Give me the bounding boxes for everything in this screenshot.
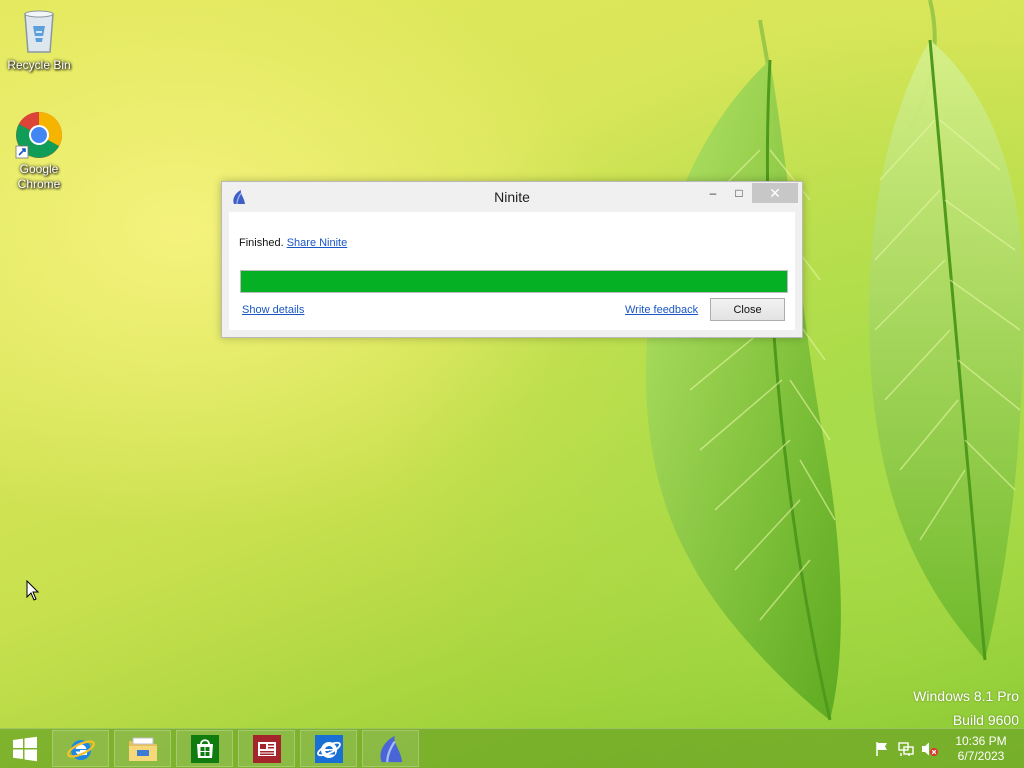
recycle-bin-icon (24, 10, 54, 53)
flag-icon[interactable] (874, 741, 890, 757)
ninite-window: Ninite – □ ✕ Finished. Share Ninite Show… (221, 181, 803, 338)
clock-date: 6/7/2023 (957, 749, 1005, 763)
clock-time: 10:36 PM (955, 734, 1007, 748)
taskbar: 10:36 PM 6/7/2023 (0, 728, 1024, 768)
share-ninite-link[interactable]: Share Ninite (287, 237, 348, 249)
close-button[interactable]: Close (710, 298, 785, 321)
desktop-icon-recycle-bin[interactable]: Recycle Bin (1, 6, 77, 73)
windows-start-icon (13, 736, 37, 762)
start-button[interactable] (0, 729, 50, 768)
mouse-cursor-icon (26, 580, 40, 601)
watermark-edition: Windows 8.1 Pro (913, 688, 1019, 704)
ie-icon (66, 739, 95, 760)
ie-metro-icon (314, 734, 343, 763)
taskbar-app-file-explorer[interactable] (114, 730, 171, 767)
taskbar-app-news[interactable] (238, 730, 295, 767)
minimize-icon: – (709, 186, 717, 200)
ninite-icon (379, 735, 402, 762)
maximize-button[interactable]: □ (726, 183, 752, 203)
window-titlebar[interactable]: Ninite – □ ✕ (222, 182, 802, 212)
desktop-icon-google-chrome[interactable]: Google Chrome (1, 110, 77, 192)
minimize-button[interactable]: – (700, 183, 726, 203)
store-icon (190, 734, 219, 763)
window-client-area: Finished. Share Ninite Show details Writ… (229, 212, 795, 330)
taskbar-app-ninite[interactable] (362, 730, 419, 767)
windows-watermark: Windows 8.1 Pro Build 9600 (913, 684, 1019, 732)
desktop: Recycle Bin Google Chrome Ninite – □ ✕ F… (0, 0, 1024, 768)
progress-bar (240, 270, 788, 293)
taskbar-app-ie-metro[interactable] (300, 730, 357, 767)
write-feedback-link[interactable]: Write feedback (625, 304, 698, 316)
progress-fill (241, 271, 787, 292)
network-icon[interactable] (898, 741, 914, 757)
file-explorer-icon (128, 737, 157, 761)
maximize-icon: □ (735, 186, 743, 200)
status-text: Finished. (239, 237, 284, 249)
status-line: Finished. Share Ninite (239, 237, 347, 249)
window-close-button[interactable]: ✕ (752, 183, 798, 203)
desktop-icon-label: Recycle Bin (7, 58, 71, 72)
chrome-icon (15, 112, 62, 159)
desktop-icon-label: Google Chrome (17, 162, 61, 191)
taskbar-app-internet-explorer[interactable] (52, 730, 109, 767)
clock[interactable]: 10:36 PM 6/7/2023 (948, 734, 1014, 764)
volume-muted-icon[interactable] (921, 741, 939, 757)
close-icon: ✕ (769, 184, 781, 201)
wallpaper-leaves (645, 0, 1024, 721)
show-details-link[interactable]: Show details (242, 304, 304, 316)
taskbar-app-store[interactable] (176, 730, 233, 767)
news-icon (252, 734, 281, 763)
